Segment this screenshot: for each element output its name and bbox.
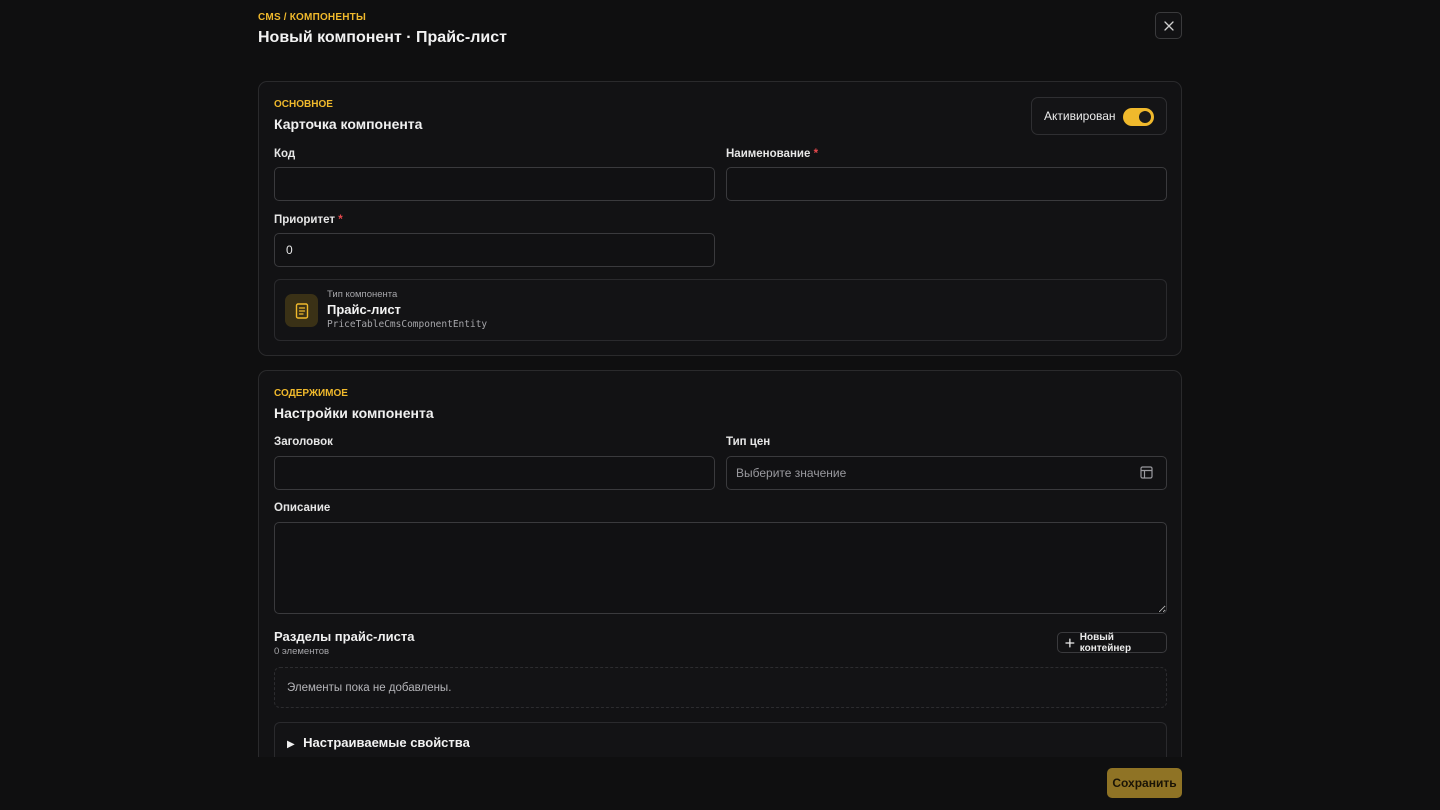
description-textarea[interactable]	[274, 522, 1167, 614]
component-type-caption: Тип компонента	[327, 289, 398, 300]
toggle-knob	[1139, 111, 1151, 123]
sections-count: 0 элементов	[274, 646, 330, 657]
custom-properties-label: Настраиваемые свойства	[303, 735, 470, 750]
active-toggle-container: Активирован	[1031, 97, 1167, 135]
required-mark: *	[338, 214, 343, 226]
heading-label: Заголовок	[274, 436, 333, 448]
price-type-select[interactable]: Выберите значение	[726, 456, 1167, 490]
new-container-button[interactable]: Новый контейнер	[1057, 631, 1167, 654]
name-input[interactable]	[726, 167, 1167, 201]
priority-input[interactable]	[274, 233, 715, 267]
active-toggle-label: Активирован	[1044, 109, 1116, 123]
component-type-name: Прайс-лист	[327, 302, 401, 317]
priority-label: Приоритет *	[274, 214, 343, 226]
section-tag-content: СОДЕРЖИМОЕ	[274, 388, 348, 399]
code-label: Код	[274, 148, 295, 160]
page-header: CMS / КОМПОНЕНТЫ Новый компонент · Прайс…	[258, 12, 507, 47]
code-label-text: Код	[274, 148, 296, 160]
close-icon	[1163, 20, 1174, 31]
footer-bar	[0, 757, 1440, 810]
description-label: Описание	[274, 502, 331, 514]
required-mark: *	[813, 148, 819, 160]
price-type-placeholder: Выберите значение	[736, 466, 847, 480]
active-toggle[interactable]	[1123, 108, 1154, 126]
breadcrumb: CMS / КОМПОНЕНТЫ	[258, 12, 366, 23]
new-container-label: Новый контейнер	[1079, 631, 1132, 654]
basic-card: ОСНОВНОЕ Карточка компонента Активирован…	[258, 81, 1182, 356]
save-button[interactable]: Сохранить	[1107, 768, 1182, 798]
priority-label-text: Приоритет	[274, 214, 335, 226]
component-type-entity: PriceTableCmsComponentEntity	[327, 319, 488, 330]
plus-icon	[1065, 637, 1075, 648]
empty-text: Элементы пока не добавлены.	[287, 681, 452, 694]
section-title-content: Настройки компонента	[274, 405, 434, 421]
section-title-basic: Карточка компонента	[274, 116, 423, 132]
section-tag-basic: ОСНОВНОЕ	[274, 99, 333, 110]
content-card: СОДЕРЖИМОЕ Настройки компонента Заголово…	[258, 370, 1182, 772]
code-input[interactable]	[274, 167, 715, 201]
name-label: Наименование *	[726, 148, 818, 160]
table-icon	[1140, 466, 1153, 479]
page-title: Новый компонент · Прайс-лист	[258, 29, 507, 46]
name-label-text: Наименование	[726, 148, 811, 160]
heading-input[interactable]	[274, 456, 715, 490]
sections-empty-state: Элементы пока не добавлены.	[274, 667, 1167, 708]
close-button[interactable]	[1155, 12, 1182, 39]
caret-right-icon: ▶	[287, 739, 295, 750]
document-icon	[285, 294, 318, 327]
sections-title: Разделы прайс-листа	[274, 629, 415, 644]
price-type-label: Тип цен	[726, 436, 771, 448]
component-type-box: Тип компонента Прайс-лист PriceTableCmsC…	[274, 279, 1167, 341]
